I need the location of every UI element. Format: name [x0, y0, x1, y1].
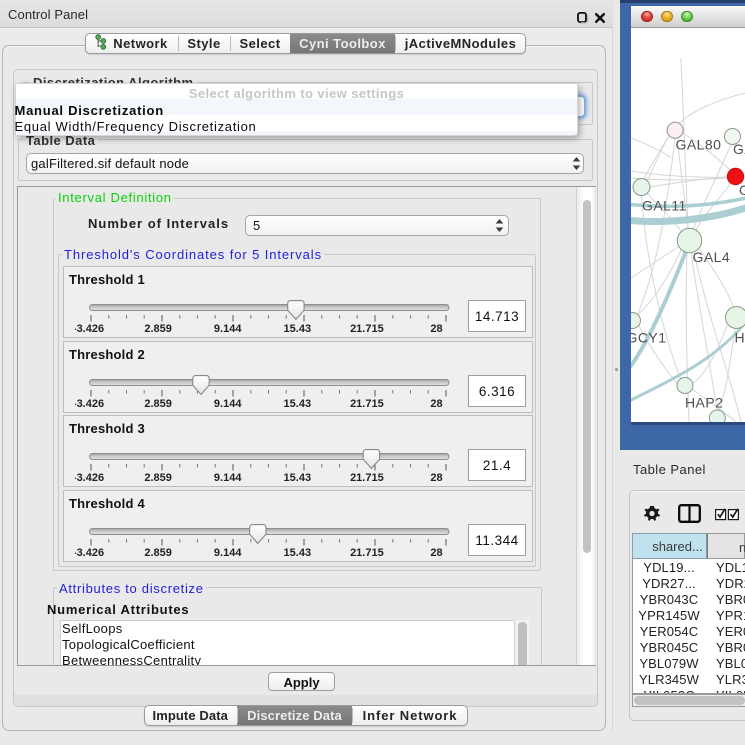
svg-text:21.715: 21.715	[350, 398, 384, 410]
svg-text:GAL4: GAL4	[693, 249, 731, 265]
svg-text:15.43: 15.43	[284, 398, 312, 410]
svg-text:2.859: 2.859	[144, 472, 172, 484]
svg-text:21.715: 21.715	[350, 323, 384, 335]
svg-text:GCY1: GCY1	[631, 329, 666, 345]
svg-text:9.144: 9.144	[214, 472, 242, 484]
svg-text:GAL11: GAL11	[642, 197, 687, 213]
svg-text:HAP2: HAP2	[685, 394, 723, 410]
svg-text:9.144: 9.144	[214, 398, 242, 410]
svg-text:-3.426: -3.426	[75, 547, 104, 559]
svg-text:15.43: 15.43	[284, 547, 312, 559]
svg-text:-3.426: -3.426	[75, 472, 104, 484]
svg-text:GAL80: GAL80	[676, 136, 722, 152]
svg-text:21.715: 21.715	[350, 472, 384, 484]
svg-text:28: 28	[430, 398, 442, 410]
svg-text:-3.426: -3.426	[75, 398, 104, 410]
svg-text:G: G	[739, 182, 745, 198]
svg-text:9.144: 9.144	[214, 323, 242, 335]
svg-text:15.43: 15.43	[284, 323, 312, 335]
svg-text:2.859: 2.859	[144, 323, 172, 335]
svg-text:H: H	[735, 329, 745, 345]
svg-text:28: 28	[430, 547, 442, 559]
svg-text:9.144: 9.144	[214, 547, 242, 559]
svg-text:28: 28	[430, 472, 442, 484]
svg-text:2.859: 2.859	[144, 398, 172, 410]
svg-text:21.715: 21.715	[350, 547, 384, 559]
svg-text:15.43: 15.43	[284, 472, 312, 484]
svg-text:-3.426: -3.426	[75, 323, 104, 335]
svg-text:GAL: GAL	[733, 141, 745, 157]
svg-text:28: 28	[430, 323, 442, 335]
svg-text:2.859: 2.859	[144, 547, 172, 559]
